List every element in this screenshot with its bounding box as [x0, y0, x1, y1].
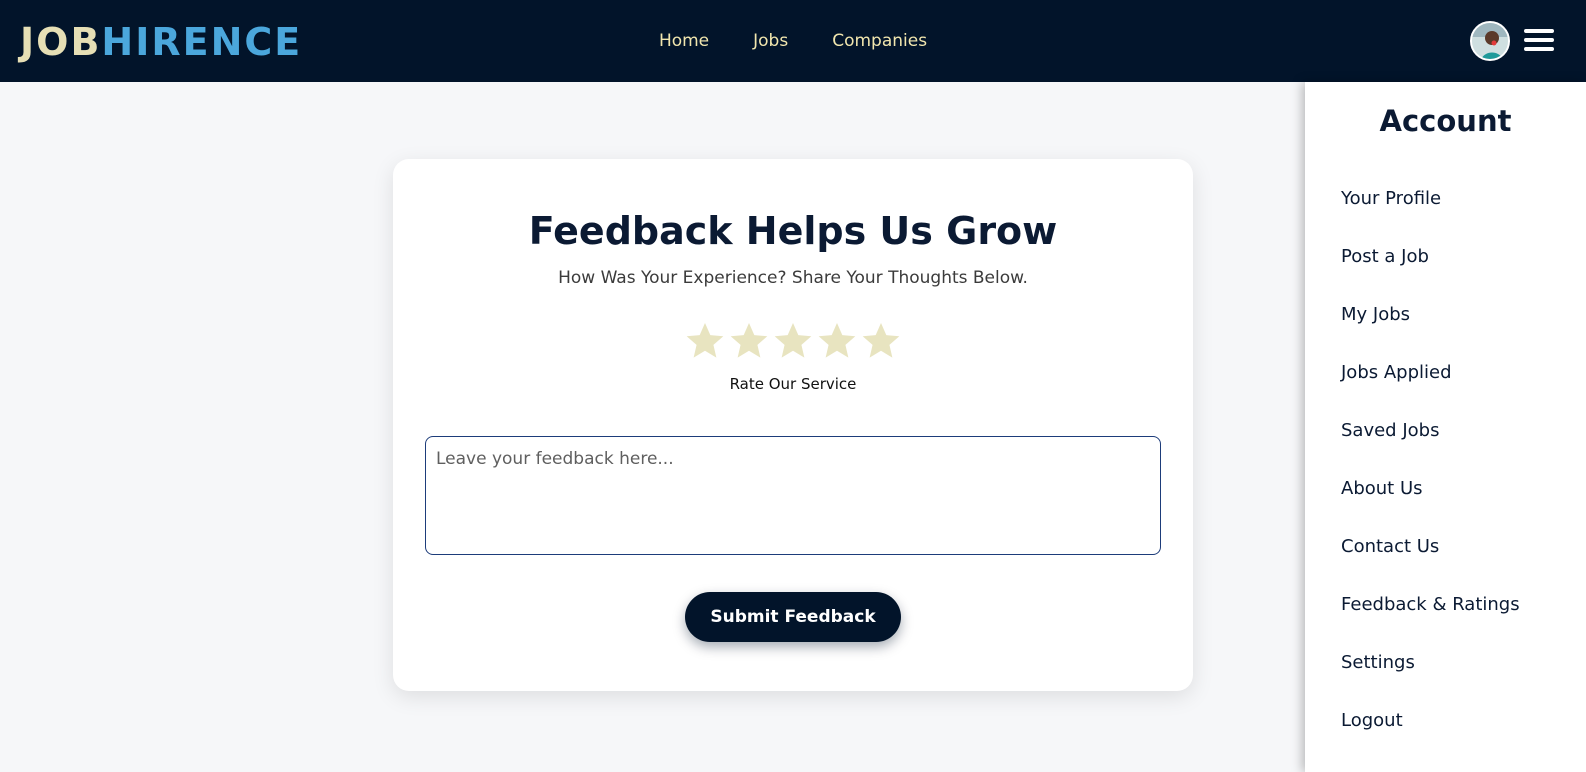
- nav-link-companies[interactable]: Companies: [832, 31, 927, 51]
- account-side-panel: Account Your Profile Post a Job My Jobs …: [1305, 82, 1586, 772]
- menu-item-saved-jobs[interactable]: Saved Jobs: [1341, 420, 1439, 441]
- account-panel-title: Account: [1379, 104, 1512, 138]
- star-icon[interactable]: [859, 319, 903, 363]
- logo-text-job: JOB: [20, 20, 102, 64]
- hamburger-line-icon: [1524, 47, 1554, 51]
- menu-item-settings[interactable]: Settings: [1341, 652, 1415, 673]
- nav-link-jobs[interactable]: Jobs: [753, 31, 788, 51]
- menu-item-post-a-job[interactable]: Post a Job: [1341, 246, 1429, 267]
- star-rating: [393, 319, 1193, 363]
- nav-link-home[interactable]: Home: [659, 31, 709, 51]
- star-icon[interactable]: [771, 319, 815, 363]
- top-navbar: JOBHIRENCE Home Jobs Companies: [0, 0, 1586, 82]
- user-avatar[interactable]: [1470, 21, 1510, 61]
- star-icon[interactable]: [815, 319, 859, 363]
- menu-item-feedback-ratings[interactable]: Feedback & Ratings: [1341, 594, 1520, 615]
- menu-item-contact-us[interactable]: Contact Us: [1341, 536, 1439, 557]
- feedback-title: Feedback Helps Us Grow: [528, 209, 1058, 253]
- hamburger-line-icon: [1524, 29, 1554, 33]
- menu-item-jobs-applied[interactable]: Jobs Applied: [1341, 362, 1452, 383]
- star-icon[interactable]: [683, 319, 727, 363]
- menu-item-my-jobs[interactable]: My Jobs: [1341, 304, 1410, 325]
- menu-item-your-profile[interactable]: Your Profile: [1341, 188, 1441, 209]
- feedback-textarea[interactable]: [425, 436, 1161, 555]
- hamburger-icon[interactable]: [1524, 29, 1556, 53]
- logo-text-hirence: HIRENCE: [101, 20, 303, 64]
- feedback-card: Feedback Helps Us Grow How Was Your Expe…: [393, 159, 1193, 691]
- brand-logo[interactable]: JOBHIRENCE: [20, 20, 302, 64]
- hamburger-line-icon: [1524, 38, 1554, 42]
- rating-label: Rate Our Service: [729, 375, 857, 393]
- star-icon[interactable]: [727, 319, 771, 363]
- feedback-subtitle: How Was Your Experience? Share Your Thou…: [558, 268, 1028, 288]
- submit-feedback-button[interactable]: Submit Feedback: [685, 592, 901, 642]
- menu-item-about-us[interactable]: About Us: [1341, 478, 1423, 499]
- avatar-photo-icon: [1472, 23, 1508, 59]
- menu-item-logout[interactable]: Logout: [1341, 710, 1403, 731]
